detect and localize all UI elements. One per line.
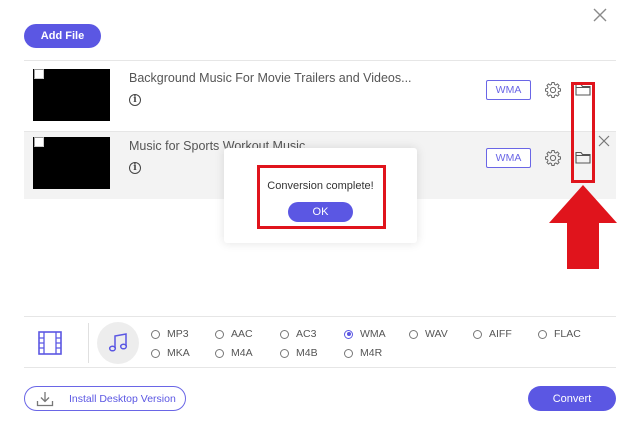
install-label: Install Desktop Version <box>69 393 176 405</box>
music-note-icon <box>108 333 128 352</box>
format-label: AC3 <box>296 328 317 340</box>
format-label: M4A <box>231 347 253 359</box>
radio-button[interactable] <box>538 329 547 339</box>
radio-button[interactable] <box>280 348 289 358</box>
red-arrow-icon <box>549 185 617 269</box>
radio-button[interactable] <box>280 329 289 339</box>
remove-file-icon[interactable] <box>598 135 610 147</box>
gear-icon[interactable] <box>544 149 562 167</box>
format-option-aiff[interactable]: AIFF <box>473 328 512 340</box>
info-icon[interactable]: i <box>129 94 141 106</box>
file-row: Background Music For Movie Trailers and … <box>24 64 616 131</box>
radio-button[interactable] <box>151 329 160 339</box>
format-panel: MP3 AAC AC3 WMA WAV AIFF FLAC MKA M4A M4… <box>24 316 616 368</box>
audio-tab[interactable] <box>97 322 139 364</box>
file-thumbnail <box>33 137 110 189</box>
radio-button[interactable] <box>473 329 482 339</box>
radio-button[interactable] <box>409 329 418 339</box>
format-label: WAV <box>425 328 448 340</box>
format-option-m4b[interactable]: M4B <box>280 347 318 359</box>
format-option-wma[interactable]: WMA <box>344 328 386 340</box>
dialog-highlight-box <box>257 165 386 229</box>
format-label: FLAC <box>554 328 581 340</box>
file-thumbnail <box>33 69 110 121</box>
radio-button[interactable] <box>344 348 353 358</box>
format-label: M4B <box>296 347 318 359</box>
film-icon[interactable] <box>37 329 63 357</box>
radio-button[interactable] <box>215 329 224 339</box>
info-icon[interactable]: i <box>129 162 141 174</box>
folder-highlight-box <box>571 82 595 183</box>
convert-button[interactable]: Convert <box>528 386 616 411</box>
file-name: Background Music For Movie Trailers and … <box>129 71 412 85</box>
close-window-icon[interactable] <box>590 5 610 25</box>
format-option-ac3[interactable]: AC3 <box>280 328 316 340</box>
format-label: AIFF <box>489 328 512 340</box>
output-format-button[interactable]: WMA <box>486 80 531 100</box>
format-label: M4R <box>360 347 383 359</box>
format-option-mka[interactable]: MKA <box>151 347 190 359</box>
gear-icon[interactable] <box>544 81 562 99</box>
radio-button[interactable] <box>215 348 224 358</box>
format-option-m4a[interactable]: M4A <box>215 347 253 359</box>
format-option-flac[interactable]: FLAC <box>538 328 581 340</box>
format-label: WMA <box>360 328 386 340</box>
format-option-aac[interactable]: AAC <box>215 328 253 340</box>
divider <box>24 60 616 61</box>
output-format-button[interactable]: WMA <box>486 148 531 168</box>
radio-button[interactable] <box>151 348 160 358</box>
format-label: MKA <box>167 347 190 359</box>
format-option-wav[interactable]: WAV <box>409 328 448 340</box>
install-desktop-button[interactable]: Install Desktop Version <box>24 386 186 411</box>
add-file-button[interactable]: Add File <box>24 24 101 48</box>
download-icon <box>36 392 54 407</box>
format-option-m4r[interactable]: M4R <box>344 347 382 359</box>
format-label: MP3 <box>167 328 189 340</box>
divider <box>88 323 89 363</box>
format-option-mp3[interactable]: MP3 <box>151 328 189 340</box>
format-label: AAC <box>231 328 253 340</box>
radio-button[interactable] <box>344 329 353 339</box>
